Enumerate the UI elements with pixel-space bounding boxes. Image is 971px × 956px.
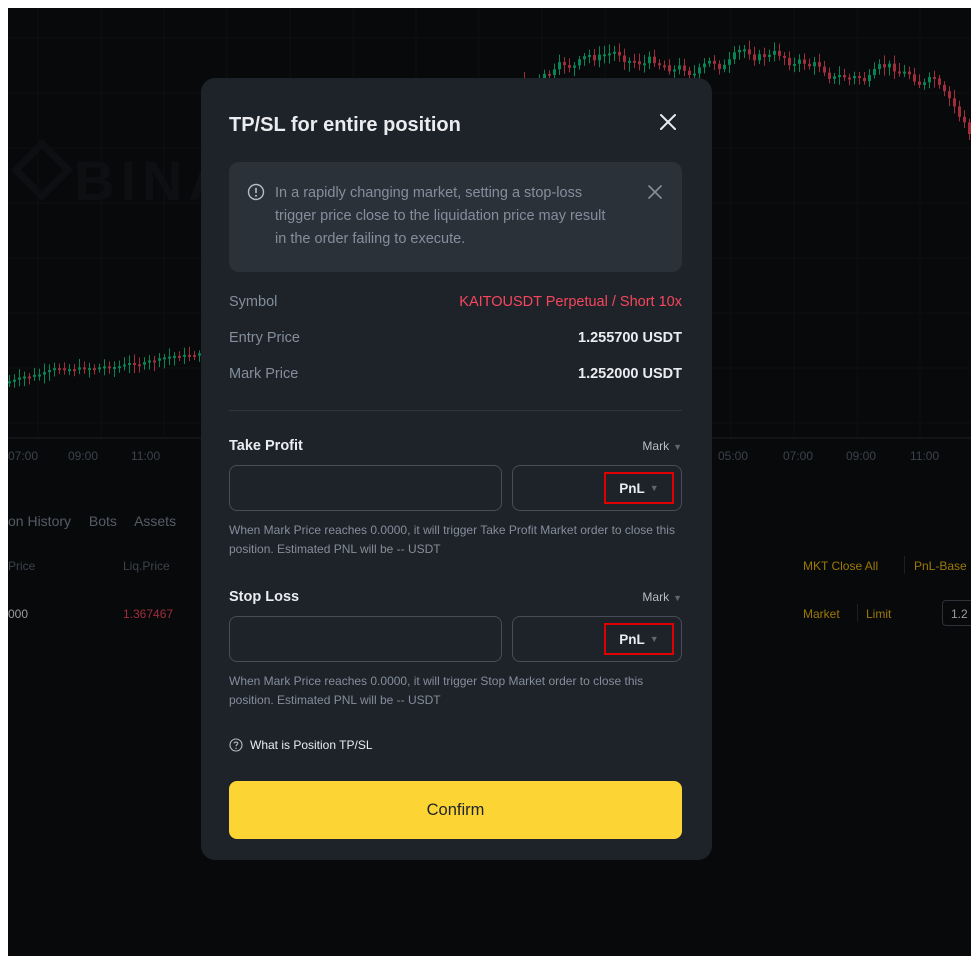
- stop-loss-trigger-label: Mark: [642, 590, 670, 604]
- help-link[interactable]: What is Position TP/SL: [229, 738, 373, 752]
- entry-price-value: 1.255700 USDT: [578, 330, 682, 346]
- caret-down-icon: ▼: [649, 483, 659, 493]
- take-profit-trigger-label: Mark: [642, 439, 670, 453]
- confirm-button[interactable]: Confirm: [229, 781, 682, 839]
- take-profit-unit-label: PnL: [619, 480, 645, 496]
- question-icon: [229, 738, 243, 752]
- caret-down-icon: ▼: [673, 442, 682, 452]
- stop-loss-trigger-select[interactable]: Mark ▼: [642, 590, 682, 604]
- stop-loss-hint: When Mark Price reaches 0.0000, it will …: [229, 674, 644, 707]
- stop-loss-unit-label: PnL: [619, 631, 645, 647]
- mark-price-label: Mark Price: [229, 366, 299, 382]
- notice-text: In a rapidly changing market, setting a …: [275, 185, 606, 247]
- mark-price-value: 1.252000 USDT: [578, 366, 682, 382]
- take-profit-hint: When Mark Price reaches 0.0000, it will …: [229, 523, 675, 556]
- take-profit-price-input[interactable]: [229, 465, 502, 511]
- take-profit-unit-select[interactable]: PnL ▼: [604, 472, 674, 504]
- stop-loss-title: Stop Loss: [229, 589, 300, 605]
- section-divider: [229, 410, 682, 411]
- trading-app: BINA 07:00 09:00 11:00 05:00 07:00 09:00…: [8, 8, 971, 956]
- take-profit-trigger-select[interactable]: Mark ▼: [642, 439, 682, 453]
- help-link-label: What is Position TP/SL: [250, 738, 373, 752]
- caret-down-icon: ▼: [649, 634, 659, 644]
- stop-loss-unit-select[interactable]: PnL ▼: [604, 623, 674, 655]
- info-icon: [247, 183, 265, 201]
- take-profit-title: Take Profit: [229, 438, 303, 454]
- symbol-value: KAITOUSDT Perpetual / Short 10x: [459, 294, 682, 310]
- symbol-label: Symbol: [229, 294, 278, 310]
- warning-notice: In a rapidly changing market, setting a …: [229, 162, 682, 272]
- tpsl-dialog: TP/SL for entire position In a rapidly c…: [201, 78, 712, 860]
- close-icon[interactable]: [656, 110, 680, 134]
- stop-loss-price-input[interactable]: [229, 616, 502, 662]
- close-icon[interactable]: [647, 184, 663, 200]
- caret-down-icon: ▼: [673, 593, 682, 603]
- dialog-title: TP/SL for entire position: [229, 114, 461, 136]
- entry-price-label: Entry Price: [229, 330, 300, 346]
